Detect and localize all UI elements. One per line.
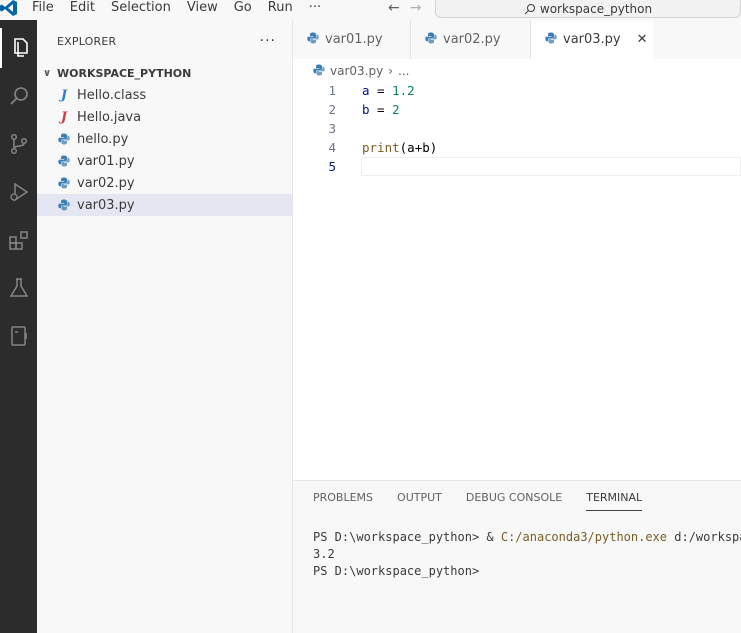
file-item-hello-class[interactable]: J Hello.class (37, 84, 292, 106)
chevron-down-icon: ∨ (43, 67, 52, 79)
terminal-line: PS D:\workspace_python> & C:/anaconda3/p… (313, 530, 741, 544)
breadcrumb-symbols[interactable]: ... (398, 64, 409, 78)
file-label: var03.py (77, 197, 135, 213)
workspace-folder[interactable]: ∨ WORKSPACE_PYTHON (37, 62, 292, 84)
remote-explorer-icon[interactable] (0, 316, 37, 356)
panel-tabs: PROBLEMS OUTPUT DEBUG CONSOLE TERMINAL (313, 491, 643, 511)
activity-bar (0, 20, 37, 633)
file-label: var01.py (77, 153, 135, 169)
explorer-sidebar: EXPLORER ··· ∨ WORKSPACE_PYTHON J Hello.… (37, 20, 293, 633)
line-number: 1 (328, 83, 336, 98)
code-line: 1 a = 1.2 (293, 81, 741, 100)
terminal-output[interactable]: PS D:\workspace_python> & C:/anaconda3/p… (313, 529, 741, 580)
back-arrow-icon[interactable]: ← (388, 0, 400, 16)
tab-label: var01.py (325, 32, 383, 47)
code-line: 2 b = 2 (293, 100, 741, 119)
extensions-icon[interactable] (0, 220, 37, 260)
explorer-icon[interactable] (0, 28, 37, 68)
terminal-line: 3.2 (313, 547, 335, 561)
line-text: print(a+b) (362, 140, 438, 155)
tab-var03-py[interactable]: var03.py ✕ (531, 20, 653, 59)
file-label: Hello.class (77, 87, 147, 103)
command-center-label: workspace_python (539, 2, 653, 16)
close-icon[interactable]: ✕ (637, 32, 648, 47)
folder-label: WORKSPACE_PYTHON (57, 66, 192, 80)
python-icon (57, 198, 71, 212)
testing-icon[interactable] (0, 268, 37, 308)
menu-edit[interactable]: Edit (62, 0, 103, 16)
command-center[interactable]: workspace_python (435, 0, 741, 18)
tab-label: var03.py (563, 32, 621, 47)
tab-problems[interactable]: PROBLEMS (313, 491, 373, 511)
python-icon (57, 154, 71, 168)
nav-arrows: ← → (388, 0, 421, 16)
tab-terminal[interactable]: TERMINAL (586, 491, 643, 511)
tab-output[interactable]: OUTPUT (397, 491, 442, 511)
menu-selection[interactable]: Selection (103, 0, 179, 16)
java-icon: J (60, 109, 68, 125)
python-icon (545, 32, 557, 48)
line-number: 3 (328, 121, 336, 136)
line-number: 5 (328, 159, 336, 174)
menu-bar: File Edit Selection View Go Run ··· (24, 0, 329, 16)
code-line: 3 (293, 119, 741, 138)
source-control-icon[interactable] (0, 124, 37, 164)
title-bar: File Edit Selection View Go Run ··· ← → … (0, 0, 741, 20)
run-debug-icon[interactable] (0, 172, 37, 212)
vscode-logo-icon (0, 0, 17, 16)
menu-view[interactable]: View (179, 0, 226, 16)
python-icon (307, 32, 319, 48)
more-actions-icon[interactable]: ··· (260, 33, 276, 49)
search-icon (524, 4, 535, 15)
line-number: 2 (328, 102, 336, 117)
breadcrumb-file[interactable]: var03.py (330, 64, 383, 78)
sidebar-title: EXPLORER (57, 34, 117, 48)
file-label: hello.py (77, 131, 129, 147)
code-line: 4 print(a+b) (293, 138, 741, 157)
menu-go[interactable]: Go (226, 0, 260, 16)
menu-more[interactable]: ··· (301, 0, 329, 16)
breadcrumb: var03.py › ... (313, 62, 409, 80)
tab-label: var02.py (443, 32, 501, 47)
file-label: var02.py (77, 175, 135, 191)
python-icon (313, 64, 325, 79)
sidebar-header: EXPLORER ··· (37, 20, 292, 62)
file-item-var03-py[interactable]: var03.py (37, 194, 292, 216)
code-editor[interactable]: 1 a = 1.2 2 b = 2 3 4 print(a+b) 5 (293, 80, 741, 480)
tab-var02-py[interactable]: var02.py (411, 20, 531, 59)
tab-var01-py[interactable]: var01.py (293, 20, 411, 59)
file-label: Hello.java (77, 109, 142, 125)
tab-debug-console[interactable]: DEBUG CONSOLE (466, 491, 562, 511)
file-item-var02-py[interactable]: var02.py (37, 172, 292, 194)
python-icon (425, 32, 437, 48)
java-class-icon: J (60, 87, 68, 103)
line-number: 4 (328, 140, 336, 155)
line-text: a = 1.2 (362, 83, 415, 98)
python-icon (57, 132, 71, 146)
menu-run[interactable]: Run (260, 0, 301, 16)
file-item-hello-java[interactable]: J Hello.java (37, 106, 292, 128)
terminal-line: PS D:\workspace_python> (313, 564, 480, 578)
line-text: b = 2 (362, 102, 400, 117)
code-line: 5 (293, 157, 741, 176)
forward-arrow-icon[interactable]: → (410, 0, 422, 16)
breadcrumb-separator: › (388, 64, 394, 78)
bottom-panel: PROBLEMS OUTPUT DEBUG CONSOLE TERMINAL P… (293, 480, 741, 633)
menu-file[interactable]: File (24, 0, 62, 16)
file-item-var01-py[interactable]: var01.py (37, 150, 292, 172)
editor-tabs: var01.py var02.py var03.py ✕ (293, 20, 741, 59)
python-icon (57, 176, 71, 190)
file-item-hello-py[interactable]: hello.py (37, 128, 292, 150)
search-icon[interactable] (0, 76, 37, 116)
